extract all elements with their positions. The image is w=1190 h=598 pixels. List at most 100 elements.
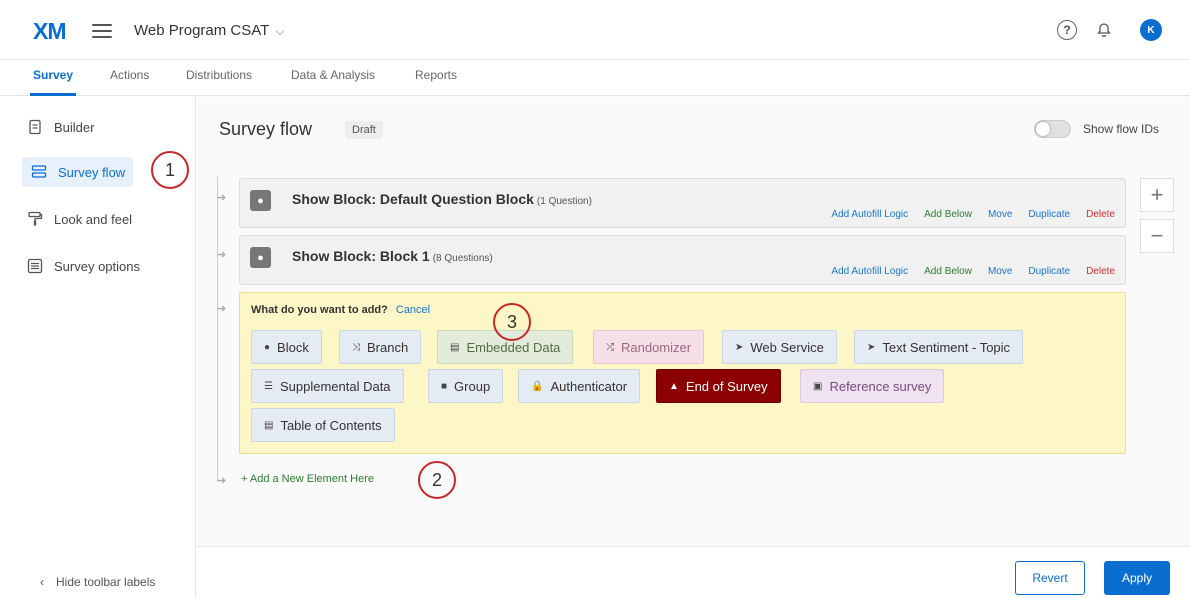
chevron-left-icon: ‹ xyxy=(40,575,44,589)
add-below-link[interactable]: Add Below xyxy=(924,209,972,220)
database-icon: ☰ xyxy=(264,380,273,392)
option-label: Authenticator xyxy=(550,378,628,394)
sidebar-item-builder[interactable]: Builder xyxy=(26,118,94,136)
add-web-service-button[interactable]: ➤ Web Service xyxy=(722,330,837,364)
zoom-out-button[interactable]: − xyxy=(1140,219,1174,253)
add-group-button[interactable]: ■ Group xyxy=(428,369,504,403)
option-label: Web Service xyxy=(750,339,824,355)
tab-survey[interactable]: Survey xyxy=(29,68,77,96)
xm-logo[interactable]: XM xyxy=(33,18,66,45)
tab-actions[interactable]: Actions xyxy=(110,68,149,82)
duplicate-link[interactable]: Duplicate xyxy=(1028,266,1070,277)
hamburger-menu-icon[interactable] xyxy=(92,24,112,38)
sidebar-item-label: Survey flow xyxy=(58,164,126,180)
project-selector[interactable]: Web Program CSAT ⌵ xyxy=(134,22,284,39)
help-icon[interactable]: ? xyxy=(1057,20,1077,40)
sidebar-item-look-and-feel[interactable]: Look and feel xyxy=(26,210,132,228)
option-label: Branch xyxy=(367,339,409,355)
show-flow-ids-toggle[interactable] xyxy=(1034,120,1071,138)
sidebar-item-label: Survey options xyxy=(54,258,140,274)
tab-distributions[interactable]: Distributions xyxy=(186,68,252,82)
block-icon: ● xyxy=(250,247,271,268)
chevron-down-icon: ⌵ xyxy=(275,24,285,38)
footer-bar: Revert Apply xyxy=(197,546,1190,598)
avatar[interactable]: K xyxy=(1140,19,1162,41)
add-below-link[interactable]: Add Below xyxy=(924,266,972,277)
option-label: Text Sentiment - Topic xyxy=(882,339,1011,355)
sidebar-item-label: Look and feel xyxy=(54,211,133,227)
text-sentiment-icon: ➤ xyxy=(867,341,876,353)
survey-options-icon xyxy=(26,257,44,275)
block-title-text: Show Block: Block 1 xyxy=(292,248,430,264)
zoom-in-button[interactable]: + xyxy=(1140,178,1174,212)
page-title: Survey flow xyxy=(219,119,313,139)
revert-button[interactable]: Revert xyxy=(1015,561,1085,595)
add-element-panel: What do you want to add? Cancel ● Block ⤨ B… xyxy=(239,292,1126,454)
add-table-of-contents-button[interactable]: ▤ Table of Contents xyxy=(251,408,395,442)
hide-toolbar-labels[interactable]: ‹ Hide toolbar labels xyxy=(40,575,155,589)
hide-toolbar-labels-text: Hide toolbar labels xyxy=(56,575,156,589)
block-icon: ● xyxy=(250,190,271,211)
add-autofill-logic-link[interactable]: Add Autofill Logic xyxy=(831,266,908,277)
add-text-sentiment-topic-button[interactable]: ➤ Text Sentiment - Topic xyxy=(854,330,1024,364)
reference-survey-icon: ▣ xyxy=(813,380,823,392)
add-randomizer-button[interactable]: ⤮ Randomizer xyxy=(593,330,705,364)
lock-icon: 🔒 xyxy=(531,380,544,392)
annotation-2: 2 xyxy=(418,461,456,499)
add-end-of-survey-button[interactable]: ▲ End of Survey xyxy=(656,369,781,403)
project-name: Web Program CSAT xyxy=(134,22,270,39)
flow-arrow-icon: ➔ xyxy=(217,249,227,261)
add-authenticator-button[interactable]: 🔒 Authenticator xyxy=(518,369,641,403)
paint-roller-icon xyxy=(26,210,44,228)
tab-data-analysis[interactable]: Data & Analysis xyxy=(291,68,375,82)
show-flow-ids-label: Show flow IDs xyxy=(1083,122,1160,136)
option-label: Group xyxy=(454,378,491,394)
option-label: Randomizer xyxy=(621,339,692,355)
sidebar-item-survey-options[interactable]: Survey options xyxy=(26,257,140,275)
add-reference-survey-button[interactable]: ▣ Reference survey xyxy=(800,369,945,403)
add-branch-button[interactable]: ⤨ Branch xyxy=(339,330,422,364)
block-actions: Add Autofill Logic Add Below Move Duplic… xyxy=(831,266,1115,277)
block-count: (1 Question) xyxy=(536,196,592,207)
add-question: What do you want to add? Cancel xyxy=(251,304,430,316)
tab-reports[interactable]: Reports xyxy=(415,68,457,82)
add-autofill-logic-link[interactable]: Add Autofill Logic xyxy=(831,209,908,220)
option-label: Block xyxy=(277,339,309,355)
table-of-contents-icon: ▤ xyxy=(264,419,274,431)
main-content: Survey flow Draft Show flow IDs ➔ ➔ ➔ ➔ … xyxy=(197,97,1190,598)
block-title-text: Show Block: Default Question Block xyxy=(292,191,534,207)
add-question-text: What do you want to add? xyxy=(251,304,388,316)
delete-link[interactable]: Delete xyxy=(1086,266,1115,277)
shuffle-icon: ⤮ xyxy=(606,341,614,353)
flow-block[interactable]: ● Show Block: Default Question Block (1 Q… xyxy=(239,178,1126,228)
delete-link[interactable]: Delete xyxy=(1086,209,1115,220)
top-bar: XM Web Program CSAT ⌵ ? K xyxy=(0,0,1190,60)
flow-block[interactable]: ● Show Block: Block 1 (8 Questions) Add A… xyxy=(239,235,1126,285)
flow-arrow-icon: ➔ xyxy=(217,475,227,487)
block-option-icon: ● xyxy=(264,341,271,353)
move-link[interactable]: Move xyxy=(988,266,1012,277)
add-new-element-link[interactable]: + Add a New Element Here xyxy=(241,473,374,485)
warning-icon: ▲ xyxy=(669,380,679,392)
move-link[interactable]: Move xyxy=(988,209,1012,220)
builder-icon xyxy=(26,118,44,136)
status-badge: Draft xyxy=(345,121,383,139)
sidebar-item-survey-flow[interactable]: Survey flow xyxy=(22,157,134,187)
option-label: End of Survey xyxy=(685,378,768,394)
flow-arrow-icon: ➔ xyxy=(217,303,227,315)
block-title: Show Block: Block 1 (8 Questions) xyxy=(292,248,493,264)
option-label: Table of Contents xyxy=(280,417,382,433)
option-label: Reference survey xyxy=(829,378,932,394)
sidebar-item-label: Builder xyxy=(54,119,95,135)
block-title: Show Block: Default Question Block (1 Que… xyxy=(292,191,592,207)
add-supplemental-data-button[interactable]: ☰ Supplemental Data xyxy=(251,369,404,403)
apply-button[interactable]: Apply xyxy=(1104,561,1170,595)
bell-icon[interactable] xyxy=(1094,20,1114,40)
branch-icon: ⤨ xyxy=(352,341,360,353)
option-label: Embedded Data xyxy=(466,339,561,355)
annotation-1: 1 xyxy=(151,151,189,189)
duplicate-link[interactable]: Duplicate xyxy=(1028,209,1070,220)
add-block-button[interactable]: ● Block xyxy=(251,330,322,364)
cancel-link[interactable]: Cancel xyxy=(396,304,430,316)
annotation-3: 3 xyxy=(493,303,531,341)
